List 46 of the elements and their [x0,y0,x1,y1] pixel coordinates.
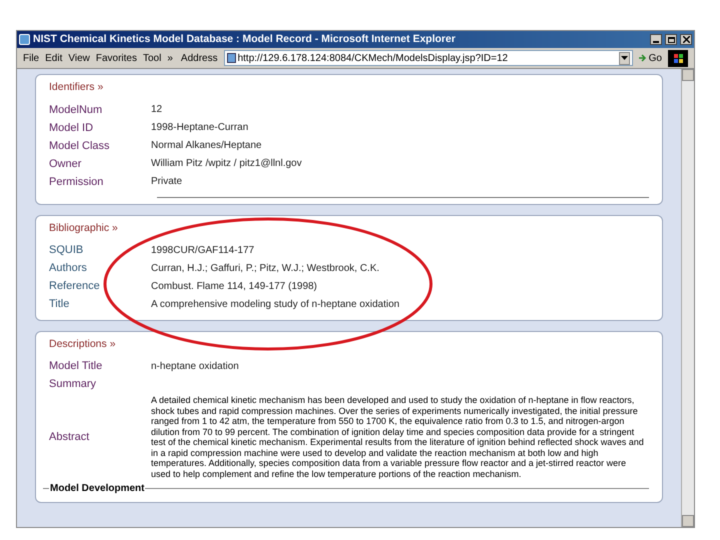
field-label: Authors [49,261,88,276]
close-button[interactable] [680,34,692,45]
field-label: SQUIB [49,243,84,258]
dropdown-button[interactable] [618,52,630,64]
field-label: Abstract [49,430,90,445]
field-value: A comprehensive modeling study of n-heptane oxidation [151,298,400,312]
section-heading[interactable]: Bibliographic » [49,220,649,236]
field-label: Summary [49,377,96,392]
browser-logo-icon [19,34,30,45]
field-value: Private [151,175,182,190]
field-label: Model ID [49,120,94,136]
field-label: Permission [49,174,104,190]
field-value: Combust. Flame 114, 149-177 (1998) [151,280,318,294]
field-label: Title [49,297,70,312]
field-label: ModelNum [49,102,104,118]
field-label: Model Class [49,138,111,154]
address-label: Address [180,52,218,66]
caret-icon [620,56,628,60]
field-value: Normal Alkanes/Heptane [151,139,262,154]
menu-item[interactable]: Favorites [96,50,137,66]
menu-item[interactable]: Edit [45,50,62,66]
field-value: William Pitz /wpitz / pitz1@llnl.gov [151,157,302,172]
address-field[interactable]: http://129.6.178.124:8084/CKMech/ModelsDisplay.jsp?ID=12 [224,50,633,66]
field-value: n-heptane oxidation [151,360,239,374]
field-label: Reference [49,279,101,294]
menu-item[interactable]: View [68,50,90,66]
minimize-button[interactable] [650,34,662,45]
section-heading[interactable]: Identifiers » [49,80,649,96]
window-title: NIST Chemical Kinetics Model Database : Model Record - Microsoft Internet Explorer [33,32,456,47]
field-value: Curran, H.J.; Gaffuri, P.; Pitz, W.J.; Westbrook, C.K. [151,262,380,276]
go-button[interactable]: Go [638,50,662,66]
windows-logo-icon [668,50,688,66]
page-icon [226,53,236,63]
abstract-paragraph: A detailed chemical kinetic mechanism has been developed and used to study the oxidation of n-heptane in flow reactors, shock tubes and rapid compression machines. Over the series of experiments numerically investigated, the initial pressure ranged from 1 to 42 atm, the temperature from 550 to 1700 K, the equivalence ratio from 0.3 to 1.5, and nitrogen-argon dilution from 70 to 99 percent. The combination of ignition delay time and species composition data provide for a stringent test of the chemical kinetic mechanism. Experimental results from the literature of ignition behind reflected shock waves and in a rapid compression machine were used to develop and validate the reaction mechanism at both low and high temperatures. Additionally, species composition data from a variable pressure flow reactor and a jet-stirred reactor were used to help complement and refine the low temperature portions of the reaction mechanism. [151,395,645,480]
section-heading[interactable]: Descriptions » [49,336,649,352]
fieldset-legend: Model Development [49,481,146,496]
maximize-button[interactable] [665,34,677,45]
arrow-icon [638,54,647,62]
menu-item[interactable]: » [167,50,173,66]
field-value: 12 [151,103,162,118]
menu-item[interactable]: Tool [142,50,162,66]
field-label: Owner [49,156,82,172]
field-label: Model Title [49,359,104,374]
menu-item[interactable]: File [23,50,40,66]
field-value: 1998CUR/GAF114-177 [151,244,254,258]
field-value: 1998-Heptane-Curran [151,121,248,136]
